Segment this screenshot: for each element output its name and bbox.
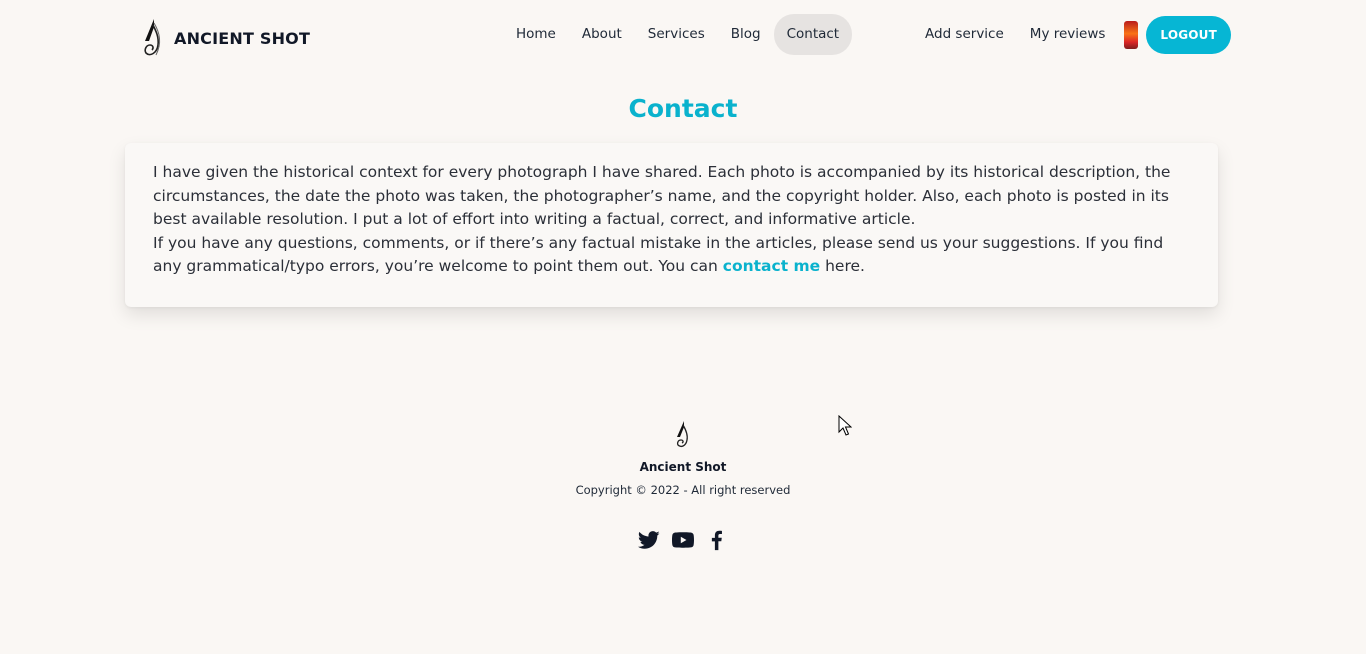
paragraph-2-text-before: If you have any questions, comments, or … xyxy=(153,233,1164,276)
avatar[interactable] xyxy=(1124,20,1139,49)
nav-about[interactable]: About xyxy=(569,14,635,55)
social-links xyxy=(0,529,1366,551)
contact-me-link[interactable]: contact me xyxy=(723,257,820,275)
nav-contact[interactable]: Contact xyxy=(773,14,853,55)
mouse-pointer-icon xyxy=(838,415,852,436)
brand-name: ANCIENT SHOT xyxy=(174,28,311,48)
contact-card: I have given the historical context for … xyxy=(125,143,1218,307)
contact-paragraph-2: If you have any questions, comments, or … xyxy=(153,232,1190,279)
contact-paragraph-1: I have given the historical context for … xyxy=(153,163,1171,228)
page-title: Contact xyxy=(628,94,738,123)
footer: Ancient Shot Copyright © 2022 - All righ… xyxy=(0,420,1366,551)
facebook-icon[interactable] xyxy=(706,529,728,551)
logout-button[interactable]: LOGOUT xyxy=(1146,15,1232,54)
footer-brand: Ancient Shot xyxy=(639,460,727,474)
main-nav: Home About Services Blog Contact xyxy=(503,14,853,55)
nav-home[interactable]: Home xyxy=(503,14,569,55)
brand-logo-icon xyxy=(144,19,161,56)
navbar: ANCIENT SHOT Home About Services Blog Co… xyxy=(0,0,1366,72)
nav-my-reviews[interactable]: My reviews xyxy=(1017,14,1119,55)
nav-services[interactable]: Services xyxy=(635,14,718,55)
nav-add-service[interactable]: Add service xyxy=(912,14,1017,55)
nav-blog[interactable]: Blog xyxy=(718,14,774,55)
footer-copyright: Copyright © 2022 - All right reserved xyxy=(575,483,791,497)
footer-logo-icon xyxy=(676,421,688,447)
twitter-icon[interactable] xyxy=(638,529,660,551)
user-nav: Add service My reviews LOGOUT xyxy=(912,14,1232,55)
youtube-icon[interactable] xyxy=(672,529,694,551)
page: ANCIENT SHOT Home About Services Blog Co… xyxy=(0,0,1366,654)
brand-link[interactable]: ANCIENT SHOT xyxy=(140,17,310,59)
paragraph-2-text-after: here. xyxy=(820,257,865,275)
